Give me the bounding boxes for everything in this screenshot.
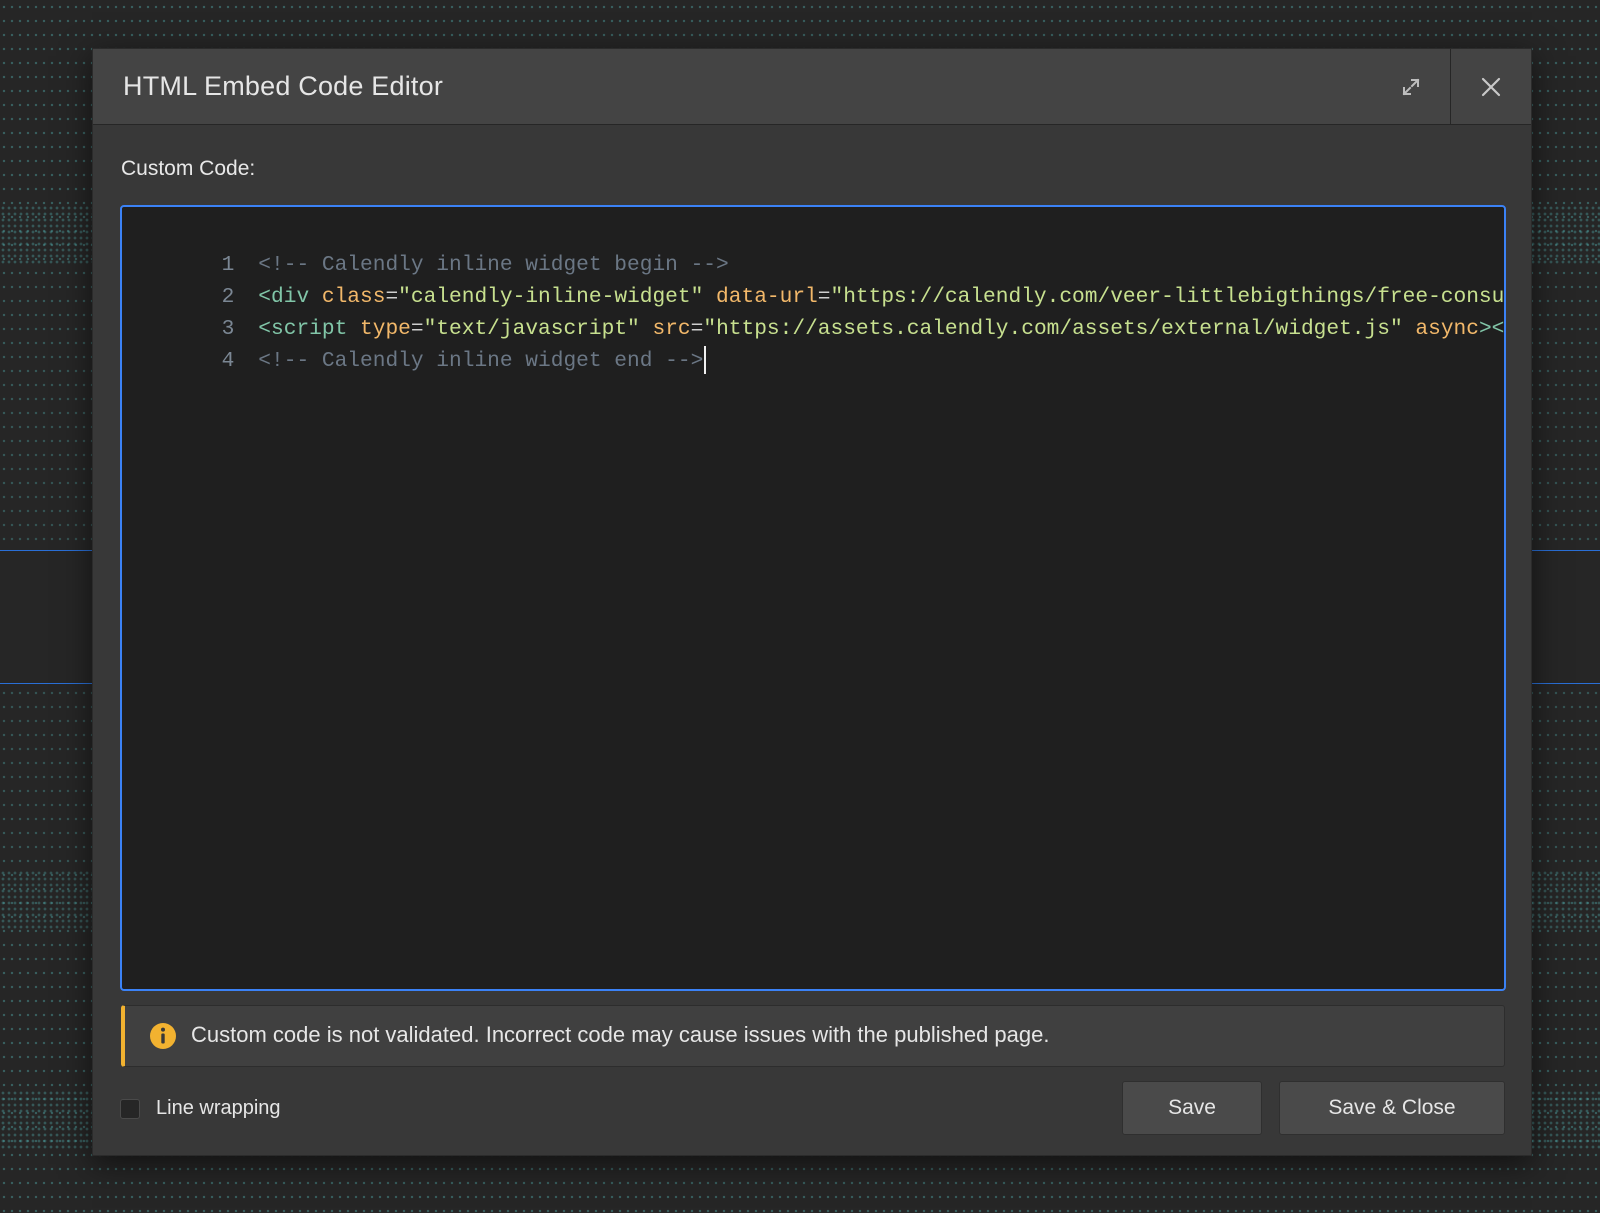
warning-text: Custom code is not validated. Incorrect … xyxy=(191,1022,1050,1047)
code-editor[interactable]: 1 <!-- Calendly inline widget begin --> 2… xyxy=(120,205,1506,991)
expand-icon xyxy=(1402,78,1420,95)
save-button[interactable]: Save xyxy=(1122,1081,1262,1135)
text-cursor xyxy=(704,346,707,375)
save-and-close-button[interactable]: Save & Close xyxy=(1279,1081,1505,1135)
html-embed-modal: HTML Embed Code Editor Custom Code: 1 <!-… xyxy=(92,48,1532,1156)
code-line: 2 <div class="calendly-inline-widget" dat… xyxy=(122,249,1504,309)
line-wrapping-checkbox[interactable] xyxy=(120,1099,140,1119)
info-icon xyxy=(150,1023,176,1049)
modal-title: HTML Embed Code Editor xyxy=(123,71,444,101)
code-line: 3 <script type="text/javascript" src="htt… xyxy=(122,281,1504,341)
custom-code-label: Custom Code: xyxy=(121,157,256,180)
close-button[interactable] xyxy=(1450,49,1531,124)
modal-header: HTML Embed Code Editor xyxy=(93,49,1531,125)
code-line: 4 <!-- Calendly inline widget end --> xyxy=(122,313,1504,375)
validation-warning: Custom code is not validated. Incorrect … xyxy=(121,1005,1505,1067)
close-icon xyxy=(1481,77,1501,96)
line-wrapping-label[interactable]: Line wrapping xyxy=(156,1097,281,1120)
code-line: 1 <!-- Calendly inline widget begin --> xyxy=(122,217,1504,277)
expand-button[interactable] xyxy=(1371,49,1451,124)
code-comment: <!-- Calendly inline widget end --> xyxy=(258,349,704,373)
line-number: 4 xyxy=(221,349,235,373)
